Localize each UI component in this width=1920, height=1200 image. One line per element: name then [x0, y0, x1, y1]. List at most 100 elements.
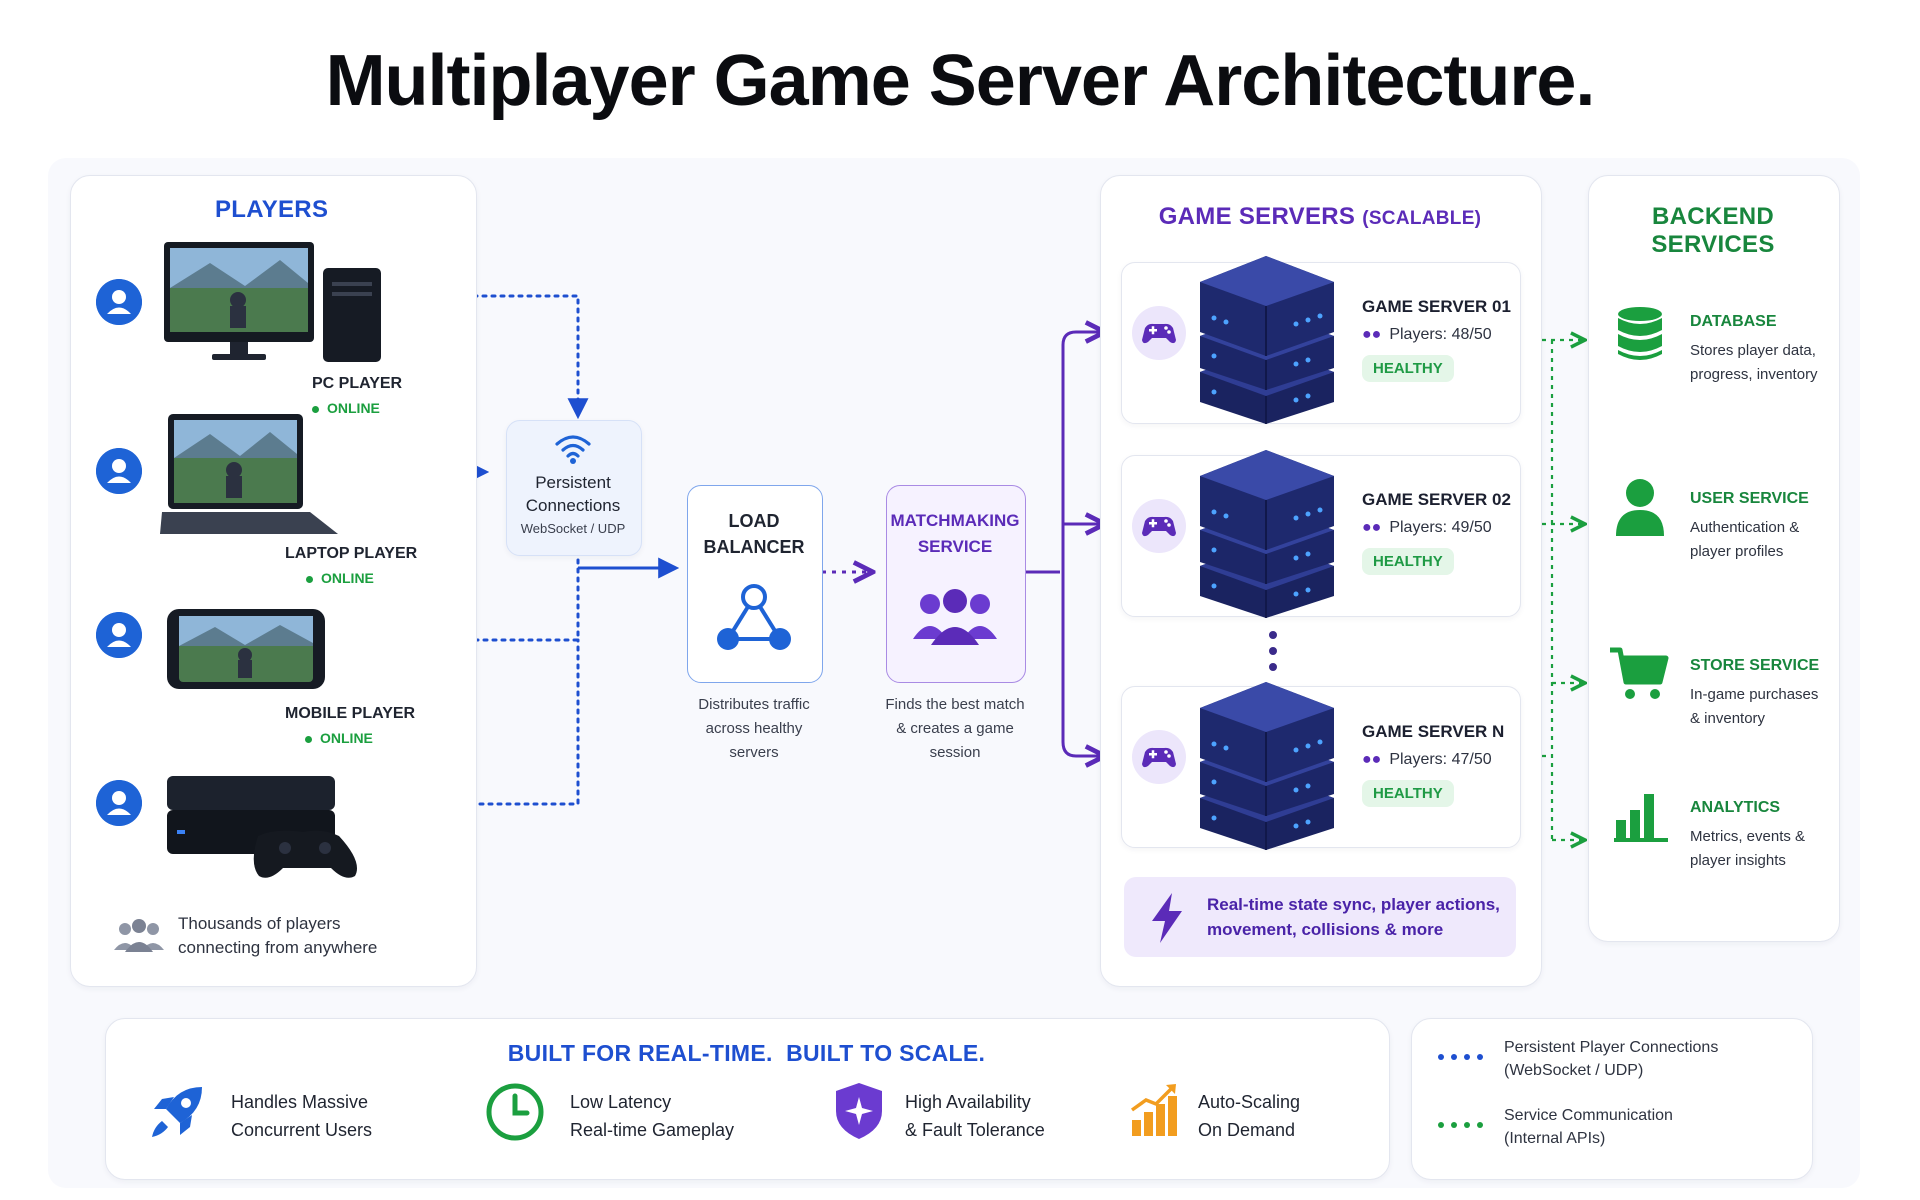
legend-green-dots-icon	[1438, 1122, 1483, 1128]
cart-icon	[1610, 647, 1669, 699]
service-desc-line: progress, inventory	[1690, 366, 1818, 383]
feature-item: Auto-Scaling On Demand	[1198, 1088, 1300, 1144]
team-icon	[913, 589, 997, 645]
health-badge: HEALTHY	[1362, 548, 1454, 575]
matchmaking-desc: Finds the best match & creates a game se…	[862, 693, 1048, 765]
server-stack-icon	[1200, 450, 1334, 618]
user-avatar-icon	[96, 612, 142, 658]
feature-line: On Demand	[1198, 1120, 1296, 1140]
more-servers-icon	[1269, 631, 1277, 671]
players-heading: PLAYERS	[215, 196, 329, 223]
service-desc-line: player insights	[1690, 852, 1786, 869]
console-player-icon	[167, 776, 357, 878]
mobile-player-icon	[167, 609, 325, 689]
feature-item: High Availability & Fault Tolerance	[905, 1088, 1045, 1144]
user-avatar-icon	[96, 448, 142, 494]
backend-service-user: USER SERVICE Authentication & player prof…	[1690, 490, 1809, 564]
service-desc: Stores player data, progress, inventory	[1690, 339, 1818, 387]
server-name: GAME SERVER N	[1362, 722, 1505, 741]
load-balancer-desc: Distributes traffic across healthy serve…	[662, 693, 846, 765]
network-tree-icon	[717, 584, 791, 650]
players-count-icon: ●●	[1362, 751, 1382, 768]
service-desc: Metrics, events & player insights	[1690, 825, 1805, 873]
connections-line1: Persistent	[535, 473, 611, 492]
lb-desc-line: Distributes traffic	[698, 696, 810, 713]
mm-desc-line: Finds the best match	[885, 696, 1025, 713]
server-players: ●● Players: 48/50	[1362, 326, 1511, 344]
mm-line2: SERVICE	[917, 537, 993, 556]
service-name: USER SERVICE	[1690, 490, 1809, 507]
feature-line: Handles Massive	[231, 1092, 369, 1112]
user-icon	[1616, 479, 1664, 536]
legend-blue-dots-icon	[1438, 1054, 1483, 1060]
game-servers-heading: GAME SERVERS (SCALABLE)	[1100, 203, 1540, 231]
sync-line1: Real-time state sync, player actions,	[1207, 895, 1500, 914]
online-dot-icon	[306, 575, 313, 583]
gs-heading-suffix: (SCALABLE)	[1362, 208, 1482, 229]
mobile-player-label: MOBILE PLAYER	[285, 705, 416, 722]
lb-line2: BALANCER	[703, 537, 805, 557]
legend-item: Service Communication (Internal APIs)	[1504, 1104, 1673, 1150]
service-desc: Authentication & player profiles	[1690, 516, 1809, 564]
gamepad-icon	[1132, 306, 1186, 360]
server-name: GAME SERVER 02	[1362, 490, 1511, 509]
players-count-icon: ●●	[1362, 326, 1382, 343]
shield-icon	[836, 1083, 882, 1139]
user-avatar-icon	[96, 279, 142, 325]
health-badge: HEALTHY	[1362, 355, 1454, 382]
people-group-icon	[114, 919, 164, 952]
service-desc-line: Authentication &	[1690, 519, 1800, 536]
players-count-icon: ●●	[1362, 519, 1382, 536]
feature-line: Real-time Gameplay	[570, 1120, 735, 1140]
backend-heading: BACKEND SERVICES	[1651, 203, 1775, 258]
service-name: STORE SERVICE	[1690, 657, 1820, 674]
health-badge: HEALTHY	[1362, 780, 1454, 807]
feature-line: High Availability	[905, 1092, 1031, 1112]
players-footer: Thousands of players connecting from any…	[178, 912, 377, 960]
gamepad-icon	[1132, 730, 1186, 784]
service-name: DATABASE	[1690, 313, 1777, 330]
mm-desc-line: & creates a game	[896, 720, 1014, 737]
laptop-player-label: LAPTOP PLAYER	[285, 545, 418, 562]
connections-protocol: WebSocket / UDP	[520, 521, 626, 536]
lightning-icon	[1152, 893, 1182, 943]
pc-player-icon	[164, 242, 381, 362]
feature-line: Low Latency	[570, 1092, 672, 1112]
sync-text: Real-time state sync, player actions, mo…	[1207, 892, 1500, 942]
database-icon	[1618, 307, 1662, 360]
feature-line: Auto-Scaling	[1198, 1092, 1301, 1112]
legend-line: Persistent Player Connections	[1504, 1039, 1719, 1056]
server-stack-icon	[1200, 256, 1334, 424]
feature-item: Handles Massive Concurrent Users	[231, 1088, 372, 1144]
connections-line2: Connections	[525, 496, 621, 515]
players-footer-line1: Thousands of players	[178, 914, 341, 933]
server-stack-icon	[1200, 682, 1334, 850]
gamepad-icon	[1132, 499, 1186, 553]
server-players-text: Players: 49/50	[1389, 519, 1492, 536]
gs-heading-main: GAME SERVERS	[1158, 203, 1356, 230]
server-players: ●● Players: 49/50	[1362, 519, 1511, 537]
game-server-info: GAME SERVER 01 ●● Players: 48/50 HEALTHY	[1362, 297, 1511, 382]
server-players: ●● Players: 47/50	[1362, 751, 1504, 769]
rocket-icon	[152, 1087, 202, 1137]
status-text: ONLINE	[321, 570, 374, 586]
service-name: ANALYTICS	[1690, 799, 1781, 816]
features-heading: BUILT FOR REAL-TIME. BUILT TO SCALE.	[507, 1040, 986, 1066]
feature-line: Concurrent Users	[231, 1120, 373, 1140]
service-desc: In-game purchases & inventory	[1690, 683, 1819, 731]
backend-service-analytics: ANALYTICS Metrics, events & player insigh…	[1690, 799, 1805, 873]
user-avatar-icon	[96, 780, 142, 826]
feature-item: Low Latency Real-time Gameplay	[570, 1088, 734, 1144]
growth-chart-icon	[1130, 1084, 1177, 1136]
game-server-info: GAME SERVER 02 ●● Players: 49/50 HEALTHY	[1362, 490, 1511, 575]
service-desc-line: & inventory	[1690, 710, 1766, 727]
persistent-connections-label: Persistent Connections WebSocket / UDP	[506, 471, 640, 540]
legend-item: Persistent Player Connections (WebSocket …	[1504, 1036, 1718, 1082]
status-text: ONLINE	[320, 730, 373, 746]
players-footer-line2: connecting from anywhere	[178, 938, 378, 957]
clock-icon	[486, 1083, 544, 1141]
game-server-info: GAME SERVER N ●● Players: 47/50 HEALTHY	[1362, 722, 1505, 807]
service-desc-line: Metrics, events &	[1690, 828, 1806, 845]
mm-desc-line: session	[929, 744, 981, 761]
sync-line2: movement, collisions & more	[1207, 920, 1444, 939]
